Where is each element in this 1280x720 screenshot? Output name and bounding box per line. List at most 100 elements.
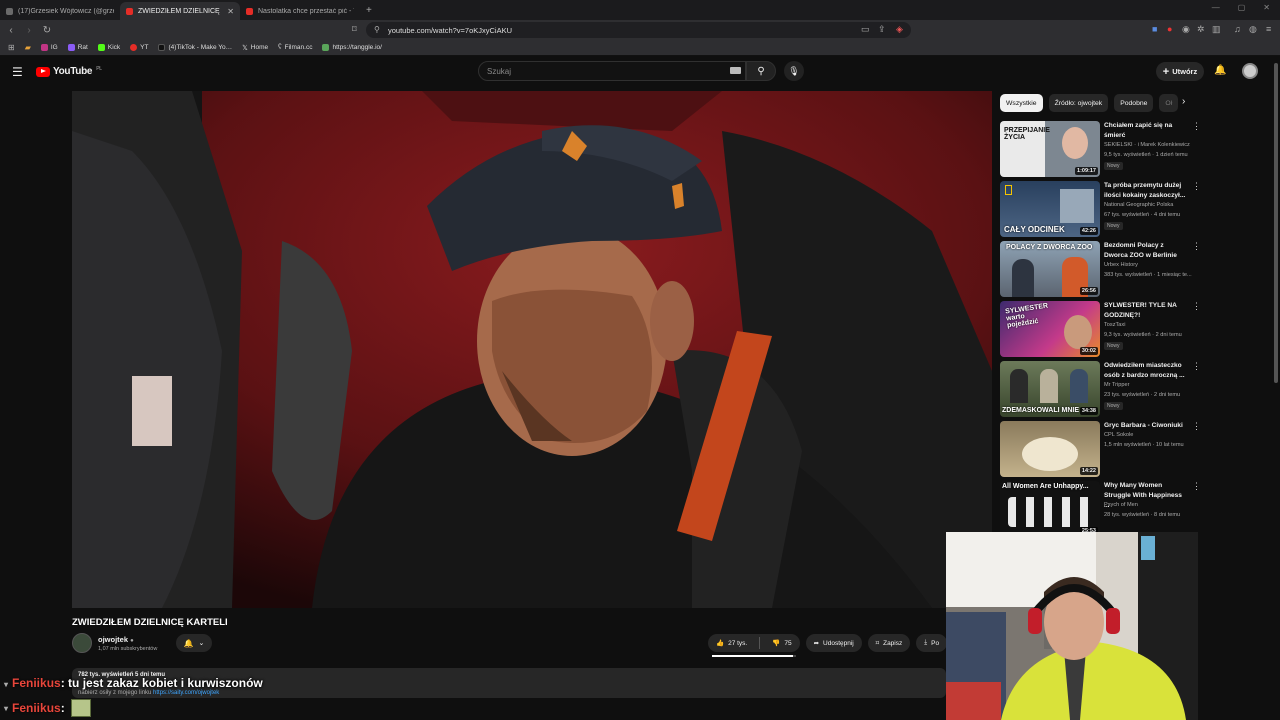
browser-tab-active[interactable]: ZWIEDZIŁEM DZIELNICĘ KAR… ✕: [120, 2, 240, 20]
minimize-icon[interactable]: —: [1212, 3, 1220, 12]
recommendation-item[interactable]: CAŁY ODCINEK 42:26 Ta próba przemytu duż…: [1000, 181, 1201, 238]
create-button[interactable]: + Utwórz: [1156, 62, 1204, 81]
bookmark-kick[interactable]: Kick: [97, 44, 120, 51]
menu-icon[interactable]: ≡: [1266, 24, 1271, 34]
maximize-icon[interactable]: ▢: [1238, 3, 1246, 12]
bookmark-icon[interactable]: ⌑: [352, 24, 357, 35]
bookmarks-bar: ⊞ ▰ IG Rat Kick YT (4)TikTok - Make Yo… …: [0, 40, 1280, 56]
scrollbar-thumb[interactable]: [1274, 63, 1278, 383]
sidebar-icon[interactable]: ▥: [1212, 24, 1221, 35]
search-input[interactable]: Szukaj: [478, 61, 746, 81]
bookmark-yt[interactable]: YT: [130, 44, 148, 51]
video-thumbnail[interactable]: CAŁY ODCINEK 42:26: [1000, 181, 1100, 237]
close-tab-icon[interactable]: ✕: [227, 7, 234, 16]
recommendation-title: Odwiedziłem miasteczko osób z bardzo mro…: [1104, 362, 1185, 379]
browser-tab[interactable]: (17)Grzesiek Wójtowicz (@grzesiek…: [0, 2, 120, 20]
search-placeholder: Szukaj: [487, 66, 512, 76]
tiktok-icon: [158, 44, 166, 51]
recommendation-meta: 9,5 tys. wyświetleń · 1 dzień temu: [1104, 152, 1188, 158]
recommendation-item[interactable]: All Women Are Unhappy... 25:53 Why Many …: [1000, 481, 1201, 538]
screen-cast-icon[interactable]: ▭: [861, 24, 870, 35]
forward-icon[interactable]: ›: [22, 25, 36, 36]
verified-icon: ●: [130, 638, 134, 644]
thumbs-up-icon: 👍: [716, 640, 725, 647]
folder-icon[interactable]: ▰: [25, 43, 31, 52]
download-button[interactable]: ⤓ Po: [916, 634, 948, 652]
like-button[interactable]: 👍 27 tys.: [708, 634, 755, 652]
recommendation-item[interactable]: ZDEMASKOWALI MNIE 34:38 Odwiedziłem mias…: [1000, 361, 1201, 418]
apps-grid-icon[interactable]: ⊞: [8, 43, 15, 52]
url-field[interactable]: ⚲ youtube.com/watch?v=7oKJxyCiAKU: [366, 22, 911, 38]
video-thumbnail[interactable]: ZDEMASKOWALI MNIE 34:38: [1000, 361, 1100, 417]
more-options-icon[interactable]: ⋮: [1192, 301, 1201, 312]
thumbnail-face: [1064, 315, 1092, 349]
site-info-icon[interactable]: ⚲: [374, 25, 380, 34]
video-player[interactable]: [72, 91, 992, 608]
more-options-icon[interactable]: ⋮: [1192, 361, 1201, 372]
voice-search-button[interactable]: 🎙: [784, 61, 804, 81]
recommendation-item[interactable]: POLACY Z DWORCA ZOO 26:56 Bezdomni Polac…: [1000, 241, 1201, 298]
recommendation-channel: Mr Tripper: [1104, 382, 1130, 388]
more-options-icon[interactable]: ⋮: [1192, 241, 1201, 252]
video-thumbnail[interactable]: POLACY Z DWORCA ZOO 26:56: [1000, 241, 1100, 297]
bookmark-icon: ⌑: [875, 640, 880, 647]
more-options-icon[interactable]: ⋮: [1192, 481, 1201, 492]
channel-avatar[interactable]: [72, 633, 92, 653]
video-thumbnail[interactable]: PRZEPIJANIE ŻYCIA 1:09:17: [1000, 121, 1100, 177]
extension-icon[interactable]: ■: [1152, 24, 1157, 34]
more-options-icon[interactable]: ⋮: [1192, 121, 1201, 132]
bookmark-home[interactable]: 𝕏 Home: [242, 44, 268, 52]
video-thumbnail[interactable]: 14:22: [1000, 421, 1100, 477]
page-scrollbar[interactable]: [1272, 57, 1280, 720]
dislike-count: 75: [784, 639, 792, 647]
close-window-icon[interactable]: ✕: [1263, 3, 1270, 12]
video-thumbnail[interactable]: SYLWESTER warto pojeździć 30:02: [1000, 301, 1100, 357]
keyboard-icon[interactable]: [730, 67, 741, 74]
recommendation-item[interactable]: SYLWESTER warto pojeździć 30:02 SYLWESTE…: [1000, 301, 1201, 358]
search-icon: ⚲: [757, 65, 765, 77]
chip-all[interactable]: Wszystkie: [1000, 94, 1043, 112]
save-button[interactable]: ⌑ Zapisz: [867, 634, 911, 652]
dislike-button[interactable]: 👎 75: [764, 634, 799, 652]
bookmark-tiktok[interactable]: (4)TikTok - Make Yo…: [158, 44, 232, 51]
brave-shield-icon[interactable]: ◈: [896, 24, 903, 35]
bookmark-ig[interactable]: IG: [40, 44, 58, 51]
tab-favicon-icon: [6, 7, 13, 15]
extension-icon[interactable]: ●: [1167, 24, 1172, 34]
chip-source[interactable]: Źródło: ojwojtek: [1048, 94, 1109, 112]
video-duration: 42:26: [1079, 227, 1098, 235]
reload-icon[interactable]: ↻: [40, 25, 54, 36]
thumbs-down-icon: 👎: [772, 640, 781, 647]
video-title: ZWIEDZIŁEM DZIELNICĘ KARTELI: [72, 617, 228, 628]
browser-tab[interactable]: Nastolatka chce przestać pić - YouTu…: [240, 2, 360, 20]
video-thumbnail[interactable]: All Women Are Unhappy... 25:53: [1000, 481, 1100, 537]
chip-more[interactable]: Oł: [1159, 94, 1179, 112]
chevron-right-icon[interactable]: ›: [1182, 96, 1185, 107]
description-link[interactable]: https://saity.com/ojwojtek: [153, 690, 219, 696]
back-icon[interactable]: ‹: [4, 25, 18, 36]
wallet-icon[interactable]: ◍: [1249, 24, 1257, 35]
recommendation-item[interactable]: 14:22 Gryc Barbara - Ciwoniuki CPL Sokol…: [1000, 421, 1201, 478]
share-button[interactable]: ➦ Udostępnij: [805, 634, 862, 652]
bookmark-filman[interactable]: ʕ Filman.cc: [278, 44, 312, 51]
more-options-icon[interactable]: ⋮: [1192, 181, 1201, 192]
chip-similar[interactable]: Podobne: [1114, 94, 1154, 112]
account-avatar[interactable]: [1242, 63, 1258, 79]
extension-icon[interactable]: ◉: [1182, 24, 1190, 35]
video-duration: 34:38: [1079, 407, 1098, 415]
channel-name[interactable]: ojwojtek ●: [98, 635, 134, 644]
new-tab-icon[interactable]: +: [366, 5, 372, 16]
hamburger-menu-icon[interactable]: ☰: [12, 65, 23, 79]
recommendation-meta: 28 tys. wyświetleń · 8 dni temu: [1104, 512, 1181, 518]
notifications-bell-icon[interactable]: 🔔: [1214, 65, 1226, 76]
search-button[interactable]: ⚲: [746, 61, 776, 81]
extensions-puzzle-icon[interactable]: ✲: [1197, 24, 1205, 35]
share-icon[interactable]: ⇪: [878, 24, 886, 35]
bookmark-rat[interactable]: Rat: [67, 44, 88, 51]
more-options-icon[interactable]: ⋮: [1192, 421, 1201, 432]
recommendation-item[interactable]: PRZEPIJANIE ŻYCIA 1:09:17 Chciałem zapić…: [1000, 121, 1201, 178]
youtube-logo[interactable]: YouTube PL: [36, 66, 102, 77]
subscription-bell-button[interactable]: 🔔 ⌄: [176, 634, 212, 652]
media-icon[interactable]: ♫: [1234, 24, 1241, 34]
bookmark-tanggle[interactable]: https://tanggle.io/: [322, 44, 382, 51]
